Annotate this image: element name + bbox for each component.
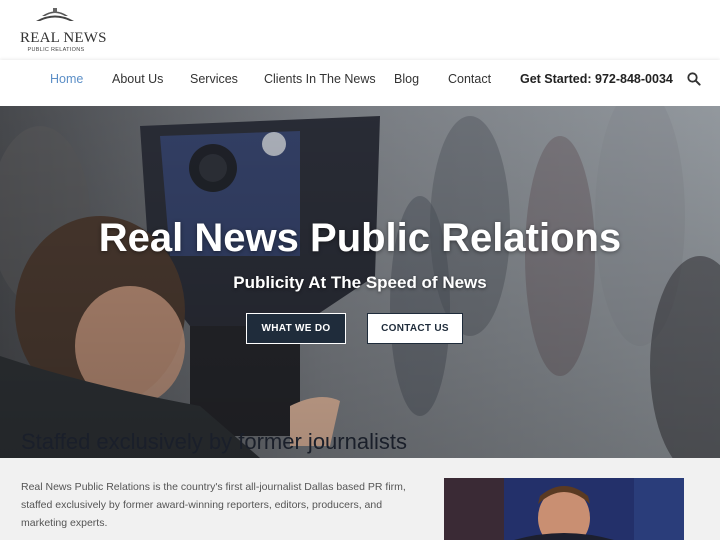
nav-cta-phone[interactable]: Get Started: 972-848-0034: [520, 72, 673, 86]
journalist-photo: [444, 478, 684, 540]
intro-paragraph: Real News Public Relations is the countr…: [21, 481, 406, 529]
nav-item-blog[interactable]: Blog: [394, 72, 419, 86]
intro-section: Real News Public Relations is the countr…: [0, 458, 720, 540]
hero-subtitle: Publicity At The Speed of News: [233, 273, 487, 292]
what-we-do-button[interactable]: WHAT WE DO: [246, 313, 346, 344]
nav-item-about-us[interactable]: About Us: [112, 72, 163, 86]
hero-tagline: Staffed exclusively by former journalist…: [21, 429, 407, 454]
top-bar: REAL NEWS PUBLIC RELATIONS: [0, 0, 720, 60]
nav-item-services[interactable]: Services: [190, 72, 238, 86]
site-logo[interactable]: REAL NEWS PUBLIC RELATIONS: [20, 6, 107, 56]
nav-item-clients-in-the-news[interactable]: Clients In The News: [264, 72, 376, 86]
contact-us-button[interactable]: CONTACT US: [367, 313, 463, 344]
hero-section: Real News Public Relations Publicity At …: [0, 106, 720, 458]
logo-title: REAL NEWS: [20, 30, 107, 46]
main-nav: Home About Us Services Clients In The Ne…: [0, 60, 720, 106]
nav-item-contact[interactable]: Contact: [448, 72, 491, 86]
ship-wave-icon: [36, 8, 74, 21]
hero-title: Real News Public Relations: [98, 216, 622, 260]
search-icon[interactable]: [687, 72, 701, 86]
logo-subtitle: PUBLIC RELATIONS: [27, 47, 85, 53]
nav-item-home[interactable]: Home: [50, 72, 83, 86]
